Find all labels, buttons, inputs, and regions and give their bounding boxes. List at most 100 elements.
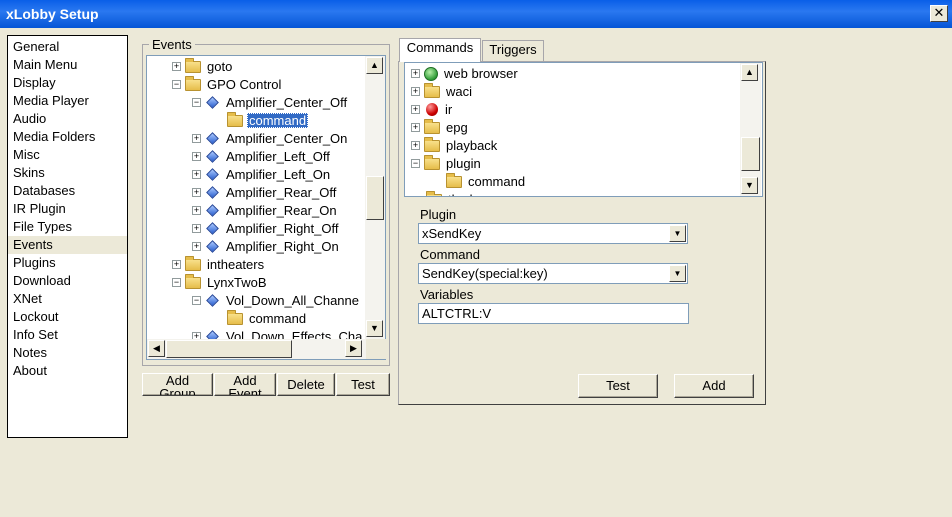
- tree-item[interactable]: + goto: [172, 57, 234, 76]
- expand-icon[interactable]: +: [192, 224, 201, 234]
- scroll-up-button[interactable]: ▲: [366, 57, 383, 74]
- tree-item[interactable]: command: [212, 111, 309, 130]
- nav-item-databases[interactable]: Databases: [8, 182, 127, 200]
- add-group-button[interactable]: Add Group: [142, 373, 213, 396]
- collapse-icon[interactable]: −: [172, 80, 181, 90]
- nav-item-misc[interactable]: Misc: [8, 146, 127, 164]
- events-tree[interactable]: + goto − GPO Control − Amplifier_Center_Off co…: [146, 55, 386, 360]
- tree-item[interactable]: + Amplifier_Center_On: [192, 130, 349, 148]
- tree-item[interactable]: + Amplifier_Rear_Off: [192, 184, 338, 202]
- expand-icon[interactable]: +: [172, 62, 181, 72]
- nav-item-ir-plugin[interactable]: IR Plugin: [8, 200, 127, 218]
- nav-item-file-types[interactable]: File Types: [8, 218, 127, 236]
- tree-item-label: waci: [446, 84, 473, 99]
- tree-item[interactable]: + playback: [411, 136, 499, 155]
- tree-item[interactable]: − Vol_Down_All_Channe: [192, 292, 361, 310]
- tree-item-label: plugin: [446, 156, 481, 171]
- expand-icon[interactable]: +: [192, 152, 201, 162]
- tree-item[interactable]: + Amplifier_Rear_On: [192, 202, 339, 220]
- scroll-thumb[interactable]: [366, 176, 384, 220]
- expand-icon[interactable]: +: [192, 170, 201, 180]
- diamond-icon: [206, 96, 219, 109]
- tree-item[interactable]: + epg: [411, 118, 470, 137]
- nav-item-media-folders[interactable]: Media Folders: [8, 128, 127, 146]
- hscroll-thumb[interactable]: [166, 340, 292, 358]
- expand-icon[interactable]: +: [411, 123, 420, 133]
- collapse-icon[interactable]: −: [172, 278, 181, 288]
- folder-icon: [227, 309, 243, 325]
- tab-commands[interactable]: Commands: [399, 38, 481, 62]
- collapse-icon[interactable]: −: [192, 296, 201, 306]
- expand-icon[interactable]: +: [411, 141, 420, 151]
- close-button[interactable]: ✕: [930, 5, 948, 22]
- nav-item-main-menu[interactable]: Main Menu: [8, 56, 127, 74]
- nav-item-download[interactable]: Download: [8, 272, 127, 290]
- commands-tree[interactable]: + web browser + waci + ir + epg + playback − plugin…: [404, 62, 763, 197]
- events-hscrollbar[interactable]: ◀ ▶: [147, 339, 366, 359]
- collapse-icon[interactable]: −: [192, 98, 201, 108]
- tree-item[interactable]: + intheaters: [172, 255, 266, 274]
- tree-item[interactable]: + Amplifier_Right_Off: [192, 220, 340, 238]
- nav-item-plugins[interactable]: Plugins: [8, 254, 127, 272]
- nav-item-media-player[interactable]: Media Player: [8, 92, 127, 110]
- folder-icon: [424, 118, 440, 134]
- tree-item[interactable]: + waci: [411, 82, 474, 101]
- nav-item-about[interactable]: About: [8, 362, 127, 380]
- expand-icon[interactable]: +: [192, 242, 201, 252]
- command-select[interactable]: SendKey(special:key) ▼: [418, 263, 688, 284]
- nav-item-display[interactable]: Display: [8, 74, 127, 92]
- expand-icon[interactable]: +: [192, 206, 201, 216]
- tree-item[interactable]: command: [212, 309, 308, 328]
- tree-item[interactable]: + ir: [411, 101, 454, 119]
- scroll-right-button[interactable]: ▶: [345, 340, 362, 357]
- nav-item-xnet[interactable]: XNet: [8, 290, 127, 308]
- expand-icon[interactable]: +: [192, 134, 201, 144]
- tab-triggers[interactable]: Triggers: [482, 40, 544, 61]
- chevron-down-icon[interactable]: ▼: [669, 265, 686, 282]
- scroll-down-button[interactable]: ▼: [366, 320, 383, 337]
- tree-item[interactable]: − plugin: [411, 154, 483, 173]
- add-event-button[interactable]: Add Event: [214, 373, 276, 396]
- tree-item[interactable]: − Amplifier_Center_Off: [192, 94, 349, 112]
- add-command-button[interactable]: Add: [674, 374, 754, 398]
- tree-item[interactable]: + Amplifier_Right_On: [192, 238, 341, 256]
- scroll-thumb[interactable]: [741, 137, 760, 171]
- expand-icon[interactable]: +: [172, 260, 181, 270]
- tree-item[interactable]: + Amplifier_Left_Off: [192, 148, 332, 166]
- tree-item-label: ir: [445, 102, 453, 117]
- nav-item-lockout[interactable]: Lockout: [8, 308, 127, 326]
- scroll-left-button[interactable]: ◀: [148, 340, 165, 357]
- nav-item-events[interactable]: Events: [8, 236, 127, 254]
- scroll-down-button[interactable]: ▼: [741, 177, 758, 194]
- delete-button[interactable]: Delete: [277, 373, 335, 396]
- chevron-down-icon[interactable]: ▼: [669, 225, 686, 242]
- tree-item[interactable]: − GPO Control: [172, 75, 283, 94]
- folder-icon: [426, 190, 442, 196]
- expand-icon[interactable]: +: [411, 105, 420, 115]
- arrow-down-icon: ▼: [370, 323, 379, 333]
- tree-item[interactable]: + web browser: [411, 65, 520, 83]
- collapse-icon[interactable]: −: [411, 159, 420, 169]
- tree-item[interactable]: th...k: [411, 190, 478, 196]
- tree-item[interactable]: − LynxTwoB: [172, 273, 269, 292]
- tree-item-label: Vol_Down_All_Channe: [226, 293, 359, 308]
- scroll-up-button[interactable]: ▲: [741, 64, 758, 81]
- expand-icon[interactable]: +: [411, 69, 420, 79]
- variables-input[interactable]: ALTCTRL:V: [418, 303, 689, 324]
- plugin-select[interactable]: xSendKey ▼: [418, 223, 688, 244]
- expand-icon[interactable]: +: [192, 188, 201, 198]
- nav-item-audio[interactable]: Audio: [8, 110, 127, 128]
- test-event-button[interactable]: Test: [336, 373, 390, 396]
- nav-item-general[interactable]: General: [8, 38, 127, 56]
- nav-item-notes[interactable]: Notes: [8, 344, 127, 362]
- tree-item-label: Amplifier_Left_Off: [226, 149, 330, 164]
- expand-icon[interactable]: +: [411, 87, 420, 97]
- commands-vscrollbar[interactable]: ▲ ▼: [740, 63, 761, 196]
- tree-item[interactable]: + Amplifier_Left_On: [192, 166, 332, 184]
- tree-item[interactable]: command: [431, 172, 527, 191]
- test-command-button[interactable]: Test: [578, 374, 658, 398]
- nav-item-skins[interactable]: Skins: [8, 164, 127, 182]
- diamond-icon: [206, 150, 219, 163]
- nav-item-info-set[interactable]: Info Set: [8, 326, 127, 344]
- events-vscrollbar[interactable]: ▲ ▼: [365, 56, 385, 339]
